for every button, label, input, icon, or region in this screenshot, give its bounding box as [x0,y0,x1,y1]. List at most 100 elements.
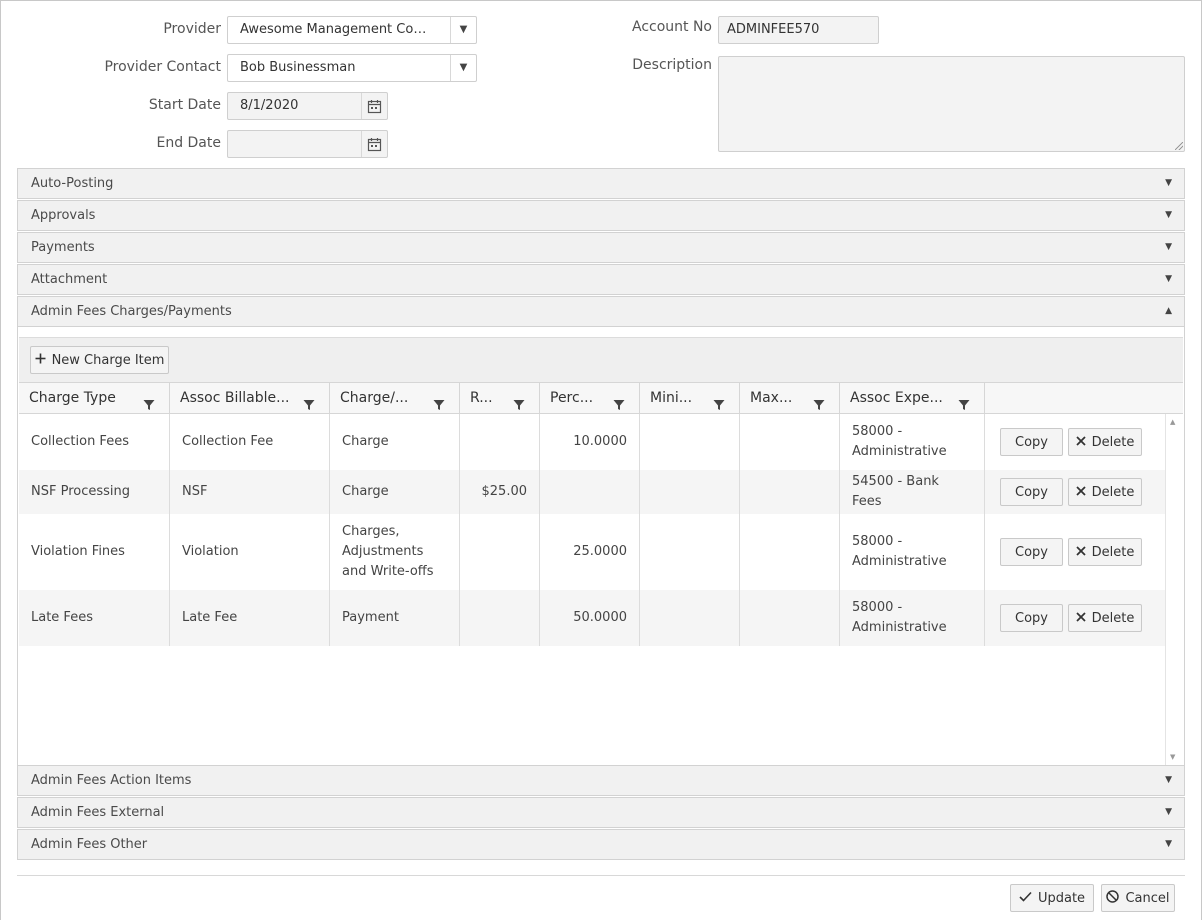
cell-rate [460,514,540,590]
panel-title: Payments [31,240,95,255]
col-charge-type[interactable]: Charge Type [19,383,170,414]
filter-icon[interactable] [713,392,725,414]
col-charge[interactable]: Charge/... [330,383,460,414]
delete-label: Delete [1091,484,1135,500]
panel-payments[interactable]: Payments ▼ [17,232,1185,263]
panel-title: Attachment [31,272,108,287]
cell-assoc-expense: 58000 - Administrative [840,590,985,646]
cell-assoc-billable: Violation [170,514,330,590]
grid-header: Charge Type Assoc Billable... Charge/...… [19,382,1183,414]
collapse-caret-icon: ▲ [1165,306,1172,316]
end-date-input[interactable] [227,130,388,158]
panel-attachment[interactable]: Attachment ▼ [17,264,1185,295]
delete-button[interactable]: Delete [1068,538,1142,566]
resize-handle[interactable] [1175,142,1183,150]
delete-button[interactable]: Delete [1068,604,1142,632]
copy-button[interactable]: Copy [1000,428,1063,456]
dropdown-arrow-icon[interactable]: ▼ [450,17,476,43]
panel-title: Approvals [31,208,96,223]
cell-charge-type: Collection Fees [19,414,170,470]
column-title: R... [470,390,493,406]
panel-title: Admin Fees External [31,805,165,820]
expand-caret-icon: ▼ [1165,242,1172,252]
dropdown-arrow-icon[interactable]: ▼ [450,55,476,81]
filter-icon[interactable] [613,392,625,414]
cancel-button[interactable]: Cancel [1101,884,1175,912]
provider-value: Awesome Management Company [240,22,436,37]
cell-assoc-billable: Late Fee [170,590,330,646]
col-maximum[interactable]: Max... [740,383,840,414]
start-date-value: 8/1/2020 [240,98,299,113]
cancel-label: Cancel [1125,890,1170,906]
end-date-label: End Date [156,135,221,151]
close-x-icon [1076,545,1086,560]
start-date-label: Start Date [148,97,221,113]
filter-icon[interactable] [513,392,525,414]
account-no-value: ADMINFEE570 [727,22,820,37]
col-minimum[interactable]: Mini... [640,383,740,414]
provider-contact-select[interactable]: Bob Businessman ▼ [227,54,477,82]
filter-icon[interactable] [813,392,825,414]
close-x-icon [1076,485,1086,500]
filter-icon[interactable] [303,392,315,414]
copy-label: Copy [1015,484,1048,500]
panel-title: Admin Fees Charges/Payments [31,304,232,319]
description-label: Description [632,57,712,73]
plus-icon [35,353,46,368]
copy-button[interactable]: Copy [1000,538,1063,566]
cell-percent: 50.0000 [540,590,640,646]
copy-button[interactable]: Copy [1000,604,1063,632]
table-row: Collection Fees Collection Fee Charge 10… [19,414,1165,470]
provider-contact-value: Bob Businessman [240,60,356,75]
scroll-down-icon[interactable]: ▼ [1170,753,1175,761]
new-charge-item-label: New Charge Item [51,352,165,368]
panel-admin-fees-action-items[interactable]: Admin Fees Action Items ▼ [17,765,1185,796]
cell-charge: Payment [330,590,460,646]
filter-icon[interactable] [433,392,445,414]
update-label: Update [1037,890,1086,906]
cell-charge-type: NSF Processing [19,470,170,514]
panel-admin-fees-external[interactable]: Admin Fees External ▼ [17,797,1185,828]
grid-scrollbar[interactable]: ▲ ▼ [1165,414,1182,765]
calendar-icon[interactable] [361,131,387,157]
copy-label: Copy [1015,610,1048,626]
calendar-icon[interactable] [361,93,387,119]
panel-approvals[interactable]: Approvals ▼ [17,200,1185,231]
cancel-circle-icon [1106,889,1120,907]
update-button[interactable]: Update [1010,884,1094,912]
panel-admin-fees-other[interactable]: Admin Fees Other ▼ [17,829,1185,860]
panel-admin-fees-charges[interactable]: Admin Fees Charges/Payments ▲ [17,296,1185,327]
description-textarea[interactable] [718,56,1185,152]
panel-title: Auto-Posting [31,176,114,191]
account-no-input[interactable]: ADMINFEE570 [718,16,879,44]
provider-select[interactable]: Awesome Management Company ▼ [227,16,477,44]
scroll-up-icon[interactable]: ▲ [1170,418,1175,426]
close-x-icon [1076,611,1086,626]
copy-label: Copy [1015,544,1048,560]
grid-toolbar [19,337,1183,383]
delete-button[interactable]: Delete [1068,428,1142,456]
copy-button[interactable]: Copy [1000,478,1063,506]
filter-icon[interactable] [143,392,155,414]
expand-caret-icon: ▼ [1165,775,1172,785]
new-charge-item-button[interactable]: New Charge Item [30,346,169,374]
panel-title: Admin Fees Other [31,837,148,852]
column-title: Charge Type [29,390,116,406]
start-date-input[interactable]: 8/1/2020 [227,92,388,120]
cell-charge-type: Violation Fines [19,514,170,590]
copy-label: Copy [1015,434,1048,450]
cell-minimum [640,590,740,646]
provider-label: Provider [163,21,221,37]
delete-label: Delete [1091,434,1135,450]
col-rate[interactable]: R... [460,383,540,414]
delete-label: Delete [1091,544,1135,560]
cell-charge: Charge [330,470,460,514]
cell-maximum [740,470,840,514]
col-percent[interactable]: Perc... [540,383,640,414]
delete-button[interactable]: Delete [1068,478,1142,506]
expand-caret-icon: ▼ [1165,839,1172,849]
filter-icon[interactable] [958,392,970,414]
col-assoc-billable[interactable]: Assoc Billable... [170,383,330,414]
col-assoc-expense[interactable]: Assoc Expe... [840,383,985,414]
panel-auto-posting[interactable]: Auto-Posting ▼ [17,168,1185,199]
